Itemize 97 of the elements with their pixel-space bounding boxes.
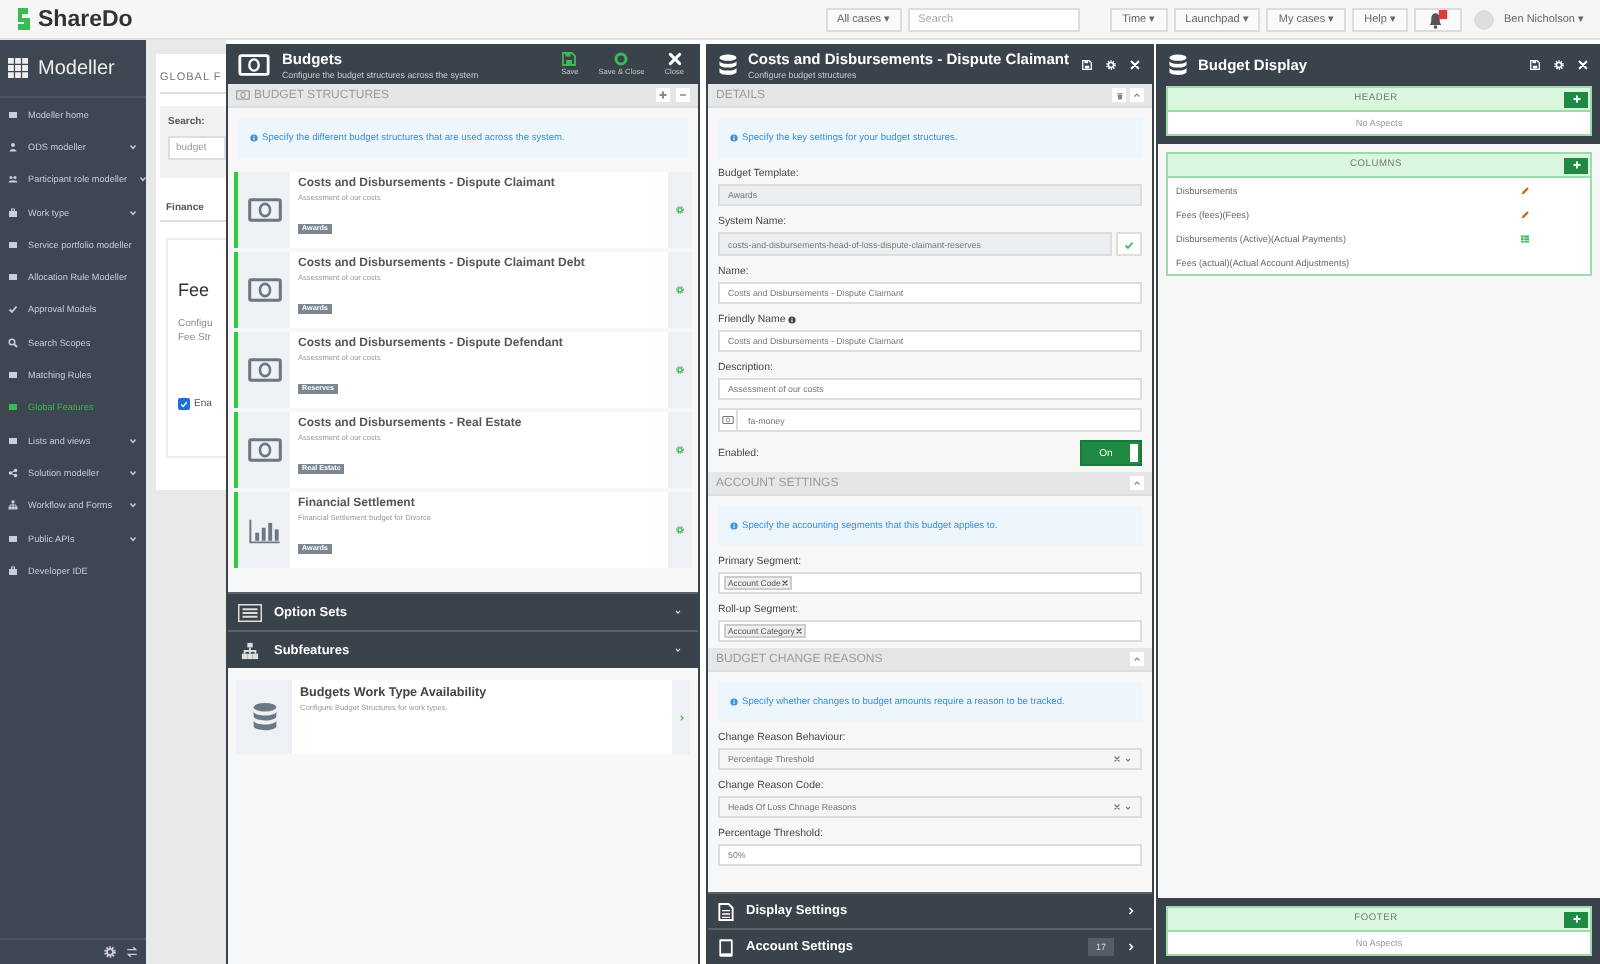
sitemap-icon	[8, 500, 18, 511]
list-icon	[8, 402, 18, 413]
info-icon	[730, 134, 738, 142]
add-button[interactable]	[1564, 91, 1588, 107]
clear-icon	[1114, 756, 1120, 762]
delete-button[interactable]	[1112, 88, 1126, 102]
close-icon	[667, 52, 682, 66]
sitemap-icon	[238, 641, 262, 659]
plus-icon	[658, 90, 668, 100]
minus-icon	[678, 90, 688, 100]
pencil-icon[interactable]	[1520, 185, 1530, 195]
add-button[interactable]	[1564, 157, 1588, 173]
settings-icon	[1106, 59, 1116, 69]
chevron-down-icon	[674, 646, 682, 654]
chevron-up-icon	[1132, 478, 1142, 488]
case-icon	[8, 207, 18, 218]
remove-icon	[782, 580, 789, 586]
chevron-up-icon	[1132, 654, 1142, 664]
money-icon	[247, 198, 281, 222]
save-button[interactable]	[1528, 59, 1542, 69]
database-icon	[1168, 53, 1188, 75]
database-icon	[718, 53, 738, 75]
sidebar-title: Modeller	[38, 57, 115, 79]
money-icon	[247, 358, 281, 382]
money-icon	[722, 416, 734, 424]
check-icon	[1124, 239, 1134, 249]
people-icon	[8, 174, 18, 185]
close-button[interactable]	[1576, 59, 1590, 69]
caret-icon	[1124, 755, 1132, 763]
info-icon	[730, 522, 738, 530]
money-icon	[247, 438, 281, 462]
list-icon	[8, 533, 18, 543]
settings-icon	[104, 946, 116, 958]
gear-icon	[676, 286, 684, 294]
info-icon	[787, 316, 796, 324]
document-icon	[718, 901, 734, 921]
info-icon	[250, 134, 258, 142]
feature-title: Fee	[178, 280, 212, 300]
plus-icon	[1571, 160, 1581, 170]
gear-icon	[676, 446, 684, 454]
gear-icon	[676, 366, 684, 374]
close-icon	[1130, 59, 1140, 69]
logo-icon	[14, 6, 34, 32]
avatar	[1474, 9, 1494, 29]
save-icon	[1530, 59, 1540, 69]
close-icon	[1578, 59, 1588, 69]
info-icon	[730, 698, 738, 706]
search-icon	[8, 337, 18, 348]
list-icon	[8, 239, 18, 250]
person-icon	[8, 141, 18, 152]
checkbox[interactable]	[178, 398, 190, 410]
case-icon	[8, 565, 18, 576]
money-icon	[238, 53, 270, 75]
money-icon	[247, 278, 281, 302]
plus-icon	[1571, 94, 1581, 104]
chevron-right-icon	[1126, 942, 1136, 952]
swap-button[interactable]	[126, 946, 138, 958]
chevron-right-icon	[1126, 906, 1136, 916]
notifications-button[interactable]	[1414, 7, 1462, 31]
logo-text: ShareDo	[38, 7, 133, 31]
chevron-up-icon	[1132, 90, 1142, 100]
save-icon	[562, 52, 577, 66]
gear-icon	[676, 526, 684, 534]
remove-icon	[796, 628, 803, 634]
caret-icon	[1124, 803, 1132, 811]
chevron-right-icon	[677, 713, 685, 721]
settings-icon	[1554, 59, 1564, 69]
apps-grid-icon	[8, 58, 28, 78]
save-button[interactable]	[1080, 59, 1094, 69]
check-icon	[180, 400, 188, 408]
money-icon	[236, 90, 250, 100]
tablet-icon	[718, 937, 734, 957]
share-icon	[8, 467, 18, 478]
bell-icon	[1426, 9, 1450, 29]
list-box-icon	[238, 603, 262, 621]
database-icon	[251, 702, 277, 732]
list-icon	[8, 435, 18, 446]
save-icon	[1082, 59, 1092, 69]
bar-chart-icon	[247, 517, 281, 543]
pencil-icon[interactable]	[1520, 209, 1530, 219]
list-icon	[8, 272, 18, 283]
plus-icon	[1571, 914, 1581, 924]
clear-icon	[1114, 804, 1120, 810]
trash-icon	[1115, 91, 1123, 99]
list-icon	[8, 109, 18, 120]
list-icon	[8, 370, 18, 381]
circle-icon	[614, 52, 629, 66]
settings-button[interactable]	[104, 946, 116, 958]
add-button[interactable]	[656, 88, 670, 102]
close-button[interactable]	[1128, 59, 1142, 69]
swap-icon	[126, 946, 138, 958]
collapse-button[interactable]	[676, 88, 690, 102]
gear-icon	[676, 206, 684, 214]
chevron-down-icon	[674, 608, 682, 616]
check-icon	[8, 304, 18, 315]
table-icon[interactable]	[1520, 233, 1530, 243]
add-button[interactable]	[1564, 911, 1588, 927]
